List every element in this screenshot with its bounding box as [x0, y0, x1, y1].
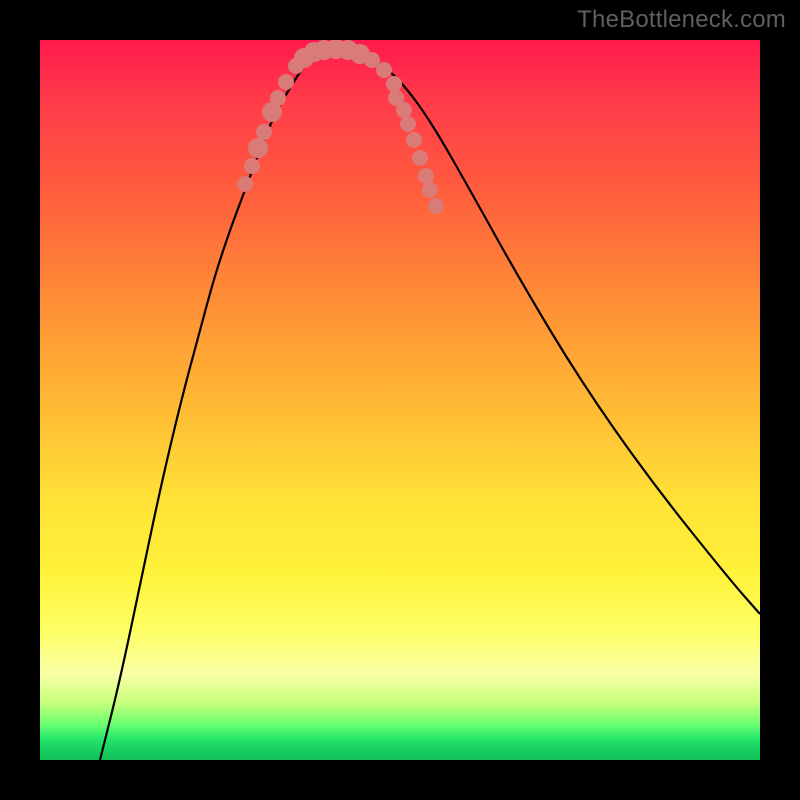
marker-point: [278, 74, 294, 90]
marker-point: [428, 198, 444, 214]
marker-point: [256, 124, 272, 140]
outer-frame: TheBottleneck.com: [0, 0, 800, 800]
marker-point: [400, 116, 416, 132]
marker-point: [376, 62, 392, 78]
marker-point: [386, 76, 402, 92]
marker-point: [406, 132, 422, 148]
marker-point: [270, 90, 286, 106]
marker-point: [422, 182, 438, 198]
plot-area: [40, 40, 760, 760]
marker-point: [418, 168, 434, 184]
marker-point: [244, 158, 260, 174]
marker-point: [248, 138, 268, 158]
curve-svg: [40, 40, 760, 760]
marker-point: [237, 176, 253, 192]
marker-group: [237, 40, 444, 214]
main-curve: [100, 51, 760, 760]
marker-point: [412, 150, 428, 166]
marker-point: [396, 102, 412, 118]
watermark-text: TheBottleneck.com: [577, 6, 786, 34]
